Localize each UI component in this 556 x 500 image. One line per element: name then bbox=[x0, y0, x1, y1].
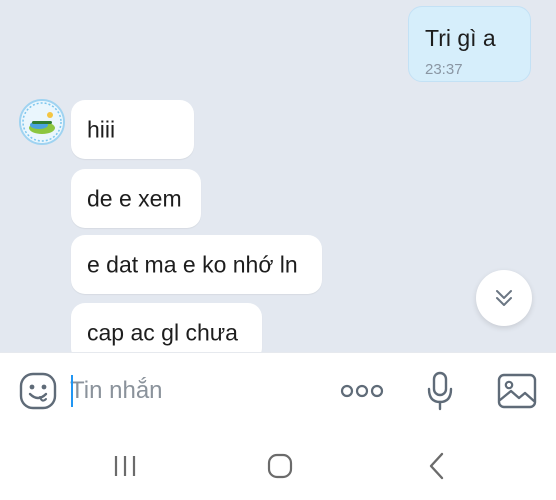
sticker-button[interactable] bbox=[18, 371, 58, 411]
smiley-sticker-icon bbox=[19, 372, 57, 410]
avatar-image bbox=[21, 101, 63, 143]
chat-message-area[interactable]: Tri gì a 23:37 hiii de e xem e dat ma e … bbox=[0, 0, 556, 352]
send-image-button[interactable] bbox=[494, 369, 540, 413]
incoming-message-text: cap ac gl chưa bbox=[87, 319, 238, 345]
text-cursor bbox=[71, 375, 73, 407]
system-navigation-bar bbox=[0, 427, 556, 500]
incoming-message-text: e dat ma e ko nhớ ln bbox=[87, 251, 298, 277]
back-button[interactable] bbox=[420, 449, 454, 483]
microphone-icon bbox=[427, 371, 453, 411]
recent-apps-icon bbox=[114, 456, 136, 476]
more-options-icon bbox=[340, 384, 384, 398]
incoming-message-bubble[interactable]: e dat ma e ko nhớ ln bbox=[71, 235, 322, 294]
incoming-message-text: de e xem bbox=[87, 185, 182, 211]
outgoing-message-text: Tri gì a bbox=[425, 25, 496, 51]
incoming-message-text: hiii bbox=[87, 116, 116, 142]
outgoing-message-bubble[interactable]: Tri gì a 23:37 bbox=[408, 6, 531, 82]
more-options-button[interactable] bbox=[337, 371, 387, 411]
message-input[interactable] bbox=[70, 369, 320, 413]
home-icon bbox=[267, 453, 293, 479]
message-composer bbox=[0, 352, 556, 427]
recent-apps-button[interactable] bbox=[108, 451, 142, 481]
incoming-message-bubble[interactable]: hiii bbox=[71, 100, 194, 159]
incoming-message-bubble[interactable]: cap ac gl chưa bbox=[71, 303, 262, 352]
contact-avatar[interactable] bbox=[19, 99, 65, 145]
home-button[interactable] bbox=[262, 451, 298, 481]
image-gallery-icon bbox=[497, 373, 537, 409]
scroll-to-bottom-button[interactable] bbox=[476, 270, 532, 326]
message-timestamp: 23:37 bbox=[425, 61, 463, 78]
voice-message-button[interactable] bbox=[420, 369, 460, 413]
chevron-double-down-icon bbox=[496, 290, 512, 306]
back-icon bbox=[429, 452, 444, 480]
incoming-message-bubble[interactable]: de e xem bbox=[71, 169, 201, 228]
